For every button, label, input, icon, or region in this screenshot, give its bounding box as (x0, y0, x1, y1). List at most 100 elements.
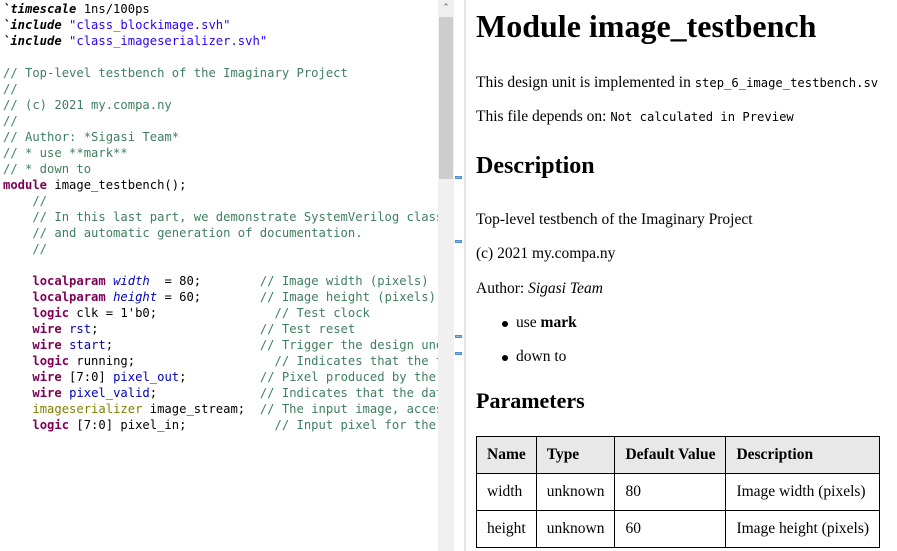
page-title: Module image_testbench (476, 8, 817, 44)
dependency-value: Not calculated in Preview (610, 110, 794, 124)
code-line[interactable]: imageserializer image_stream; // The inp… (3, 401, 438, 417)
code-line[interactable]: logic running; // Indicates that the tes… (3, 353, 438, 369)
code-token: [7:0] pixel_in; (69, 418, 275, 432)
code-token: height (113, 290, 158, 304)
code-line[interactable] (3, 257, 438, 273)
code-token: // Indicates that the data (259, 386, 438, 400)
code-token: wire (32, 370, 62, 384)
scroll-up-icon[interactable]: ⌃ (438, 0, 454, 17)
code-line[interactable]: // In this last part, we demonstrate Sys… (3, 209, 438, 225)
author-line: Author: Sigasi Team (476, 280, 603, 297)
code-line[interactable]: `include "class_imageserializer.svh" (3, 33, 438, 49)
description-heading: Description (476, 153, 595, 179)
editor-vertical-scrollbar[interactable]: ⌃ (438, 0, 454, 551)
table-row: width unknown 80 Image width (pixels) (476, 473, 881, 511)
code-token: pixel_out (113, 370, 180, 384)
code-token: // * use **mark** (3, 146, 128, 160)
code-token: // Trigger the design under test (259, 338, 438, 352)
code-token: // (3, 82, 18, 96)
code-token: module (3, 178, 48, 192)
code-line[interactable]: `timescale 1ns/100ps (3, 1, 438, 17)
code-token: = 80; (149, 274, 260, 288)
code-token: wire (32, 386, 62, 400)
code-line[interactable]: wire start; // Trigger the design under … (3, 337, 438, 353)
table-cell: 60 (614, 510, 727, 548)
code-token: clk = 1'b0; (69, 306, 275, 320)
code-line[interactable]: wire rst; // Test reset (3, 321, 438, 337)
code-token: // (3, 194, 48, 208)
code-token: pixel_valid (69, 386, 150, 400)
code-token: = 60; (157, 290, 260, 304)
table-cell: height (476, 510, 537, 548)
parameters-heading: Parameters (476, 388, 585, 413)
ruler-marker[interactable] (455, 240, 462, 243)
code-line[interactable]: // Author: *Sigasi Team* (3, 129, 438, 145)
code-token: `include (3, 34, 62, 48)
code-token: logic (32, 418, 70, 432)
code-line[interactable]: // (3, 193, 438, 209)
code-line[interactable]: // * down to (3, 161, 438, 177)
list-item: down to (476, 348, 577, 382)
code-line[interactable]: wire [7:0] pixel_out; // Pixel produced … (3, 369, 438, 385)
code-token: `include (3, 18, 62, 32)
ruler-marker[interactable] (455, 335, 462, 338)
code-line[interactable]: logic [7:0] pixel_in; // Input pixel for… (3, 417, 438, 433)
source-code[interactable]: `timescale 1ns/100ps `include "class_bloc… (3, 1, 438, 433)
code-line[interactable]: // and automatic generation of documenta… (3, 225, 438, 241)
code-line[interactable]: module image_testbench(); (3, 177, 438, 193)
table-cell: width (476, 473, 537, 511)
table-cell: Image width (pixels) (725, 473, 881, 511)
code-line[interactable]: // (3, 81, 438, 97)
code-token: // Indicates that the test (274, 354, 439, 368)
overview-ruler[interactable] (454, 0, 464, 551)
code-token: width (113, 274, 150, 288)
code-line[interactable] (3, 49, 438, 65)
ruler-marker[interactable] (455, 352, 462, 355)
code-token: image_testbench(); (47, 178, 187, 192)
code-line[interactable]: // * use **mark** (3, 145, 438, 161)
table-row: height unknown 60 Image height (pixels) (476, 510, 881, 548)
code-token: `timescale (3, 2, 77, 16)
code-line[interactable]: `include "class_blockimage.svh" (3, 17, 438, 33)
documentation-preview: Module image_testbench This design unit … (466, 0, 897, 551)
code-line[interactable]: // (c) 2021 my.compa.ny (3, 97, 438, 113)
scrollbar-thumb[interactable] (439, 17, 453, 179)
author-name: Sigasi Team (528, 280, 603, 297)
code-token: // * down to (3, 162, 92, 176)
code-line[interactable]: wire pixel_valid; // Indicates that the … (3, 385, 438, 401)
code-line[interactable]: localparam width = 80; // Image width (p… (3, 273, 438, 289)
ruler-marker[interactable] (455, 176, 462, 179)
code-line[interactable]: logic clk = 1'b0; // Test clock (3, 305, 438, 321)
table-cell: unknown (535, 510, 616, 548)
code-token: wire (32, 322, 62, 336)
code-token: start (69, 338, 106, 352)
description-line: Top-level testbench of the Imaginary Pro… (476, 211, 753, 228)
code-token: // (3, 114, 18, 128)
code-line[interactable]: localparam height = 60; // Image height … (3, 289, 438, 305)
table-cell: unknown (535, 473, 616, 511)
table-cell: Image height (pixels) (725, 510, 881, 548)
code-line[interactable]: // (3, 113, 438, 129)
code-token: // In this last part, we demonstrate Sys… (3, 210, 438, 224)
code-token: localparam (32, 290, 106, 304)
code-line[interactable]: // Top-level testbench of the Imaginary … (3, 65, 438, 81)
code-token: "class_blockimage.svh" (69, 18, 231, 32)
column-header: Name (476, 436, 537, 474)
description-bullets: use mark down to (476, 314, 577, 382)
parameters-table: Name Type Default Value Description widt… (476, 436, 881, 548)
code-editor[interactable]: `timescale 1ns/100ps `include "class_bloc… (0, 0, 438, 551)
code-token: ; (179, 370, 260, 384)
code-line[interactable]: // (3, 241, 438, 257)
code-token: // (3, 242, 48, 256)
column-header: Type (535, 436, 616, 474)
